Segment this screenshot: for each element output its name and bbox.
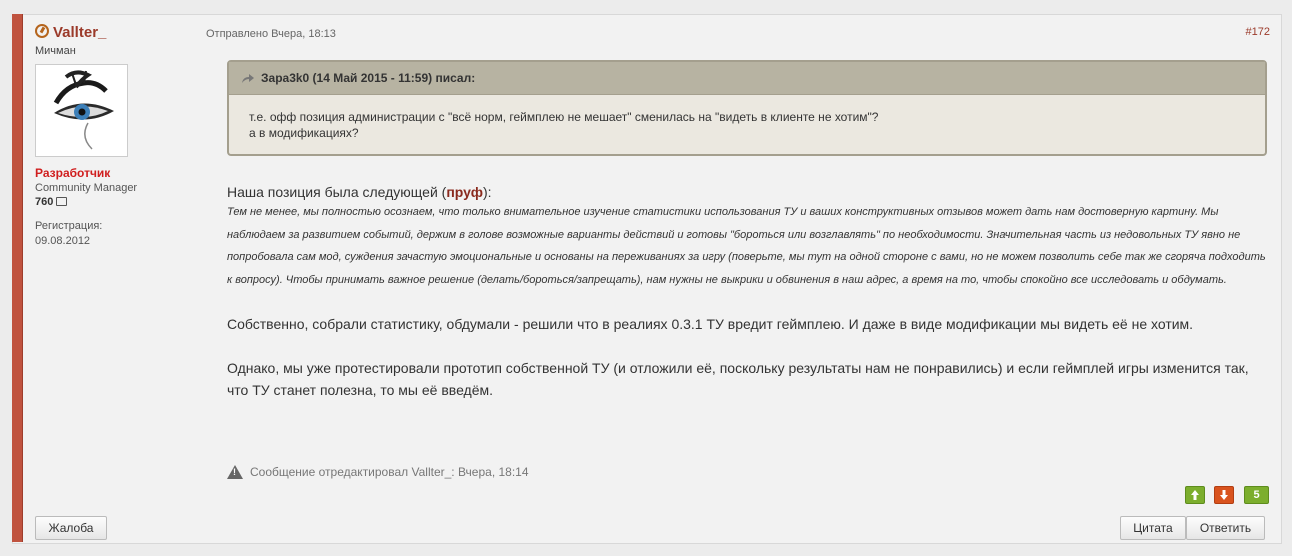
registration-date: 09.08.2012 [35,235,91,247]
author-rank: Мичман [35,45,76,57]
author-name-text[interactable]: Vallter_ [53,24,106,41]
arrow-up-icon [1191,490,1199,500]
author-title: Community Manager [35,182,138,194]
author-name[interactable]: Vallter_ [35,23,106,41]
report-button[interactable]: Жалоба [35,516,107,540]
content-lead: Наша позиция была следующей (пруф): [227,183,1267,201]
avatar[interactable] [35,64,128,157]
quote-arrow-icon [241,73,255,83]
edit-note: Сообщение отредактировал Vallter_: Вчера… [227,465,529,479]
paragraph-1: Собственно, собрали статистику, обдумали… [227,316,1194,332]
quote-button[interactable]: Цитата [1120,516,1186,540]
vote-down-button[interactable] [1214,486,1234,504]
post-content: Наша позиция была следующей (пруф): Тем … [227,183,1267,402]
quoted-statement: Тем не менее, мы полностью осознаем, что… [227,206,1266,286]
reply-button[interactable]: Ответить [1186,516,1265,540]
lead-text: Наша позиция была следующей ( [227,184,447,200]
quote-header: Зара3k0 (14 Май 2015 - 11:59) писал: [229,62,1265,95]
arrow-down-icon [1220,490,1228,500]
registration-label: Регистрация: [35,220,103,232]
quote-author: Зара3k0 (14 Май 2015 - 11:59) писал: [261,71,476,85]
paragraph-2: Однако, мы уже протестировали прототип с… [227,359,1249,399]
warning-icon [227,465,243,479]
quote-block: Зара3k0 (14 Май 2015 - 11:59) писал: т.е… [227,60,1267,156]
online-status-icon [35,24,49,38]
quote-line-2: а в модификациях? [249,126,359,140]
quote-body: т.е. офф позиция администрации с "всё но… [229,95,1265,141]
vote-count: 5 [1244,486,1269,504]
proof-link[interactable]: пруф [446,184,483,200]
quote-line-1: т.е. офф позиция администрации с "всё но… [249,110,879,124]
lead-end: ): [483,184,492,200]
comment-icon [56,197,68,206]
author-reputation: 760 [35,196,68,208]
reputation-value: 760 [35,196,54,208]
post-number-link[interactable]: #172 [1246,26,1270,38]
vote-up-button[interactable] [1185,486,1205,504]
post-date: Отправлено Вчера, 18:13 [206,28,336,40]
post-accent-stripe [12,14,23,542]
author-role: Разработчик [35,166,111,180]
edit-note-text: Сообщение отредактировал Vallter_: Вчера… [250,465,529,479]
